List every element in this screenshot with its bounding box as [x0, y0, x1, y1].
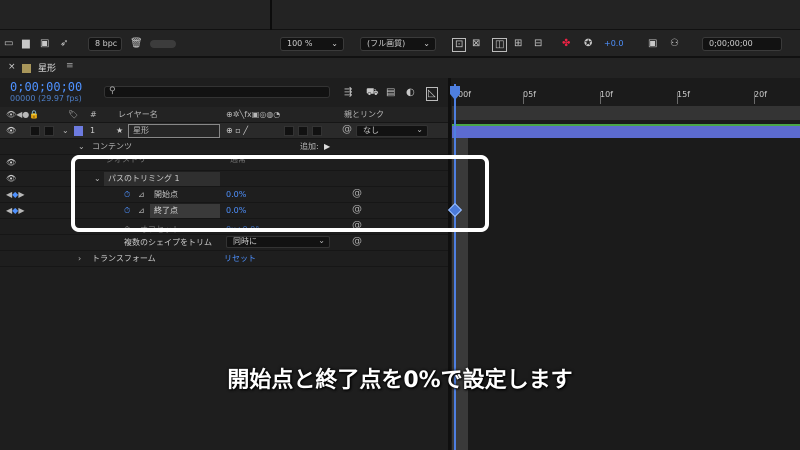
switch-box[interactable] — [284, 126, 294, 136]
column-number: # — [90, 110, 97, 119]
graph-editor-icon[interactable]: ◺ — [426, 87, 438, 101]
timecode-field-value: 0;00;00;00 — [709, 39, 753, 48]
lock-box[interactable] — [44, 126, 54, 136]
panel-divider — [270, 0, 272, 30]
trash-icon[interactable]: 🗑 — [130, 38, 143, 50]
layer-switches-icons[interactable]: ⊕ ▫ ╱ — [226, 123, 248, 139]
top-panel-strip — [0, 0, 800, 30]
current-time-head[interactable] — [449, 86, 461, 102]
keyframe-nav-icons[interactable]: ◀◆▶ — [6, 187, 24, 203]
comp-color-swatch — [22, 64, 31, 73]
quality-value: (フル画質) — [367, 39, 406, 48]
layer-name-field[interactable]: 星形 — [128, 124, 220, 138]
av-switch-icons: 👁◀●🔒 — [6, 110, 40, 119]
pickwhip-icon[interactable]: @ — [342, 124, 352, 135]
camera-snapshot-icon[interactable]: ▣ — [648, 38, 657, 50]
switches-icons: ⊕✲╲fx▣◎◍◔ — [226, 110, 281, 119]
layer-index: 1 — [90, 126, 96, 135]
column-parent[interactable]: 親とリンク — [344, 107, 384, 123]
contents-row[interactable] — [0, 139, 448, 155]
flowchart-icon[interactable]: ➶ — [60, 38, 68, 50]
color-channels-icon[interactable]: ✤ — [562, 38, 570, 50]
grid-options-icon[interactable]: ⊟ — [534, 38, 542, 50]
chevron-down-icon: ⌄ — [423, 39, 430, 48]
project-scroll-thumb[interactable] — [150, 40, 176, 48]
transform-label: トランスフォーム — [92, 254, 156, 263]
zoom-value: 100 % — [287, 39, 313, 48]
solo-box[interactable] — [30, 126, 40, 136]
new-comp-icon[interactable]: ▣ — [40, 38, 49, 50]
interpret-footage-icon[interactable]: ▭ — [4, 38, 13, 50]
shape-layer-star-icon: ★ — [116, 126, 124, 135]
panel-menu-icon[interactable]: ≡ — [66, 61, 74, 71]
ruler-label: 05f — [523, 90, 536, 99]
frame-blending-icon[interactable]: ▤ — [386, 87, 395, 99]
switch-box[interactable] — [312, 126, 322, 136]
switch-box[interactable] — [298, 126, 308, 136]
caption-text: 開始点と終了点を0%で設定します — [227, 368, 573, 393]
transparency-grid-icon[interactable]: ⊠ — [472, 38, 480, 50]
bpc-label: 8 bpc — [95, 39, 118, 48]
eye-icon[interactable]: 👁 — [6, 171, 16, 187]
show-snapshot-icon[interactable]: ⚇ — [670, 38, 679, 50]
add-menu-icon[interactable]: ▶ — [324, 139, 330, 155]
expand-chevron-icon[interactable]: › — [78, 251, 81, 267]
reset-link[interactable]: リセット — [224, 251, 256, 267]
reset-exposure-icon[interactable]: ✪ — [584, 38, 592, 50]
comp-tab-bar — [0, 58, 800, 78]
work-area-bar[interactable] — [452, 106, 800, 120]
expand-chevron-icon[interactable]: ⌄ — [62, 123, 69, 139]
exposure-value[interactable]: +0.0 — [604, 39, 623, 48]
guides-icon[interactable]: ⊞ — [514, 38, 522, 50]
trim-multiple-label: 複数のシェイプをトリム — [124, 238, 212, 247]
ruler-tick — [600, 92, 601, 104]
label-icon: 🏷 — [68, 110, 79, 119]
motion-blur-icon[interactable]: ◐ — [406, 87, 415, 99]
close-icon[interactable]: × — [8, 62, 16, 72]
pickwhip-icon[interactable]: @ — [352, 236, 362, 247]
layer-label-color[interactable] — [74, 126, 83, 136]
ruler-tick — [677, 92, 678, 104]
chevron-down-icon: ⌄ — [318, 236, 325, 245]
layer-search-input[interactable]: ⚲ — [104, 86, 330, 98]
column-layer-name[interactable]: レイヤー名 — [118, 107, 158, 123]
add-label: 追加: — [300, 142, 319, 151]
ruler-tick — [754, 92, 755, 104]
ruler-label: 15f — [677, 90, 690, 99]
mask-visibility-icon[interactable]: ◫ — [492, 38, 508, 52]
eye-icon[interactable]: 👁 — [6, 123, 16, 139]
trim-multiple-dropdown[interactable]: 同時に ⌄ — [226, 236, 330, 248]
current-time-indicator[interactable] — [454, 84, 456, 450]
ruler-tick — [523, 92, 524, 104]
chevron-down-icon: ⌄ — [416, 125, 423, 134]
bpc-button[interactable]: 8 bpc — [88, 37, 122, 51]
trim-multiple-value: 同時に — [233, 237, 257, 246]
parent-value: なし — [363, 126, 379, 135]
chevron-down-icon: ⌄ — [331, 39, 338, 48]
quality-dropdown[interactable]: (フル画質) ⌄ — [360, 37, 436, 51]
zoom-dropdown[interactable]: 100 % ⌄ — [280, 37, 344, 51]
shy-switch-icon[interactable]: ⛟ — [366, 87, 379, 99]
search-icon: ⚲ — [109, 86, 116, 96]
comp-tab-title[interactable]: 星形 — [38, 61, 56, 74]
expand-chevron-icon[interactable]: ⌄ — [78, 139, 85, 155]
eye-icon[interactable]: 👁 — [6, 155, 16, 171]
snapshot-region-icon[interactable]: ⊡ — [452, 38, 467, 52]
comp-mini-flowchart-icon[interactable]: ⇶ — [344, 87, 352, 99]
folder-icon[interactable]: ▆ — [22, 38, 30, 50]
panel-splitter[interactable] — [448, 78, 451, 450]
timecode-field[interactable]: 0;00;00;00 — [702, 37, 782, 51]
layer-name: 星形 — [133, 126, 149, 135]
comp-timecode[interactable]: 0;00;00;00 — [10, 80, 82, 94]
trim-multiple-row[interactable] — [0, 235, 448, 251]
layer-duration-bar[interactable] — [452, 124, 800, 138]
parent-dropdown[interactable]: なし ⌄ — [356, 125, 428, 137]
keyframe-nav-icons[interactable]: ◀◆▶ — [6, 203, 24, 219]
frame-info: 00000 (29.97 fps) — [10, 94, 82, 103]
highlight-frame — [71, 155, 489, 232]
ruler-label: 10f — [600, 90, 613, 99]
ruler-label: 20f — [754, 90, 767, 99]
